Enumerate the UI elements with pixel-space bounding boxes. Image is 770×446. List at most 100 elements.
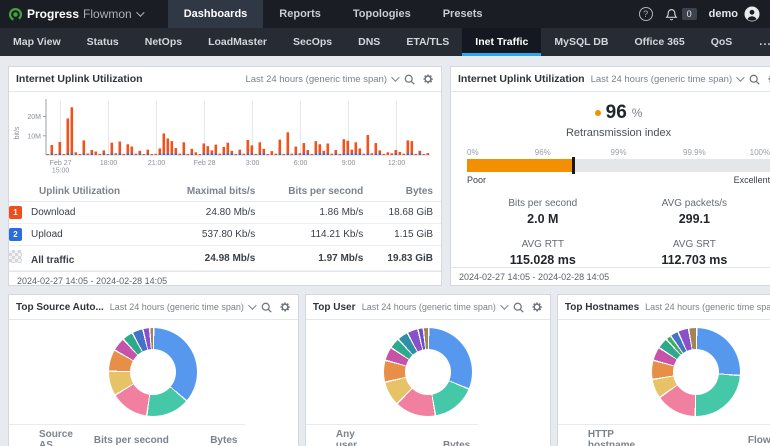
panel-title: Internet Uplink Utilization (458, 73, 585, 85)
gear-icon[interactable] (422, 73, 434, 85)
gauge-track (467, 159, 770, 172)
col-bytes[interactable]: Bytes (371, 182, 441, 202)
table-row-upload[interactable]: 2Upload 537.80 Kb/s 114.21 Kb/s 1.15 GiB (9, 224, 441, 246)
col-uplink-utilization[interactable]: Uplink Utilization (9, 182, 164, 202)
stat-label: AVG SRT (619, 239, 770, 250)
donut-chart[interactable] (306, 320, 550, 424)
tab-eta-tls[interactable]: ETA/TLS (393, 28, 462, 56)
row-label: Upload (31, 229, 63, 240)
svg-text:Feb 28: Feb 28 (194, 160, 216, 167)
top-hostnames-donut[interactable] (652, 328, 740, 416)
panel-timespan-label: Last 24 hours (generic time span) (591, 74, 733, 85)
nav-item-dashboards[interactable]: Dashboards (168, 0, 264, 28)
gauge-tick: 0% (467, 148, 479, 157)
col-flows[interactable]: Flows (643, 425, 770, 446)
nav-item-topologies[interactable]: Topologies (337, 0, 427, 28)
tab-status[interactable]: Status (74, 28, 132, 56)
top-user-donut[interactable] (384, 328, 472, 416)
panel-timespan-dropdown[interactable]: Last 24 hours (generic time span) (245, 74, 397, 85)
col-bytes[interactable]: Bytes (379, 425, 478, 446)
col-bits-per-second[interactable]: Bits per second (81, 425, 177, 446)
tab-loadmaster[interactable]: LoadMaster (195, 28, 280, 56)
top-bar: Progress Flowmon Dashboards Reports Topo… (0, 0, 770, 28)
stat-label: AVG packets/s (619, 198, 770, 209)
gauge-tick: 96% (535, 148, 551, 157)
svg-text:bit/s: bit/s (14, 126, 21, 139)
col-http-hostname[interactable]: HTTP hostname (558, 425, 643, 446)
stat-value: 2.0 M (467, 212, 619, 226)
chevron-down-icon (391, 73, 399, 81)
tab-qos[interactable]: QoS (698, 28, 746, 56)
gauge-fill (467, 159, 573, 172)
panel-timespan-dropdown[interactable]: Last 24 hours (generic time span) (591, 74, 743, 85)
svg-text:9:00: 9:00 (342, 160, 356, 167)
col-bits-per-second[interactable]: Bits per second (263, 182, 371, 202)
gear-icon[interactable] (531, 301, 543, 313)
tab-dns[interactable]: DNS (345, 28, 393, 56)
panel-header: Top Source Auto... Last 24 hours (generi… (9, 295, 298, 320)
gauge-scale: 0% 96% 99% 99.9% 100% Poor Excelle (467, 148, 770, 185)
gear-icon[interactable] (279, 301, 291, 313)
tab-office-365[interactable]: Office 365 (621, 28, 697, 56)
row-bytes: 19.83 GiB (371, 246, 441, 271)
svg-text:3:00: 3:00 (246, 160, 260, 167)
tab-secops[interactable]: SecOps (280, 28, 345, 56)
panel-title: Internet Uplink Utilization (16, 73, 143, 85)
brand-chevron-down-icon[interactable] (136, 8, 144, 16)
row-label: Download (31, 207, 75, 218)
panel-header: Top User Last 24 hours (generic time spa… (306, 295, 550, 320)
notifications[interactable]: 0 (665, 8, 697, 21)
main-nav: Dashboards Reports Topologies Presets (168, 0, 499, 28)
tab-netops[interactable]: NetOps (132, 28, 195, 56)
col-user-identity[interactable]: Any user identity (306, 425, 380, 446)
svg-text:21:00: 21:00 (148, 160, 166, 167)
top-source-donut[interactable] (109, 328, 197, 416)
col-source-as[interactable]: Source AS (9, 425, 81, 446)
nav-item-reports[interactable]: Reports (263, 0, 337, 28)
avatar-icon (744, 6, 760, 22)
donut-chart[interactable] (9, 320, 298, 424)
search-icon[interactable] (513, 302, 524, 313)
stat-bits-per-second: Bits per second 2.0 M (467, 198, 619, 226)
table-row-download[interactable]: 1Download 24.80 Mb/s 1.86 Mb/s 18.68 GiB (9, 202, 441, 224)
gauge-ticks: 0% 96% 99% 99.9% 100% (467, 148, 770, 159)
panel-timespan-dropdown[interactable]: Last 24 hours (generic time span) (110, 302, 254, 312)
search-icon[interactable] (749, 74, 760, 85)
help-icon[interactable]: ? (639, 7, 653, 21)
row-bps: 1.97 Mb/s (263, 246, 371, 271)
tab-map-view[interactable]: Map View (0, 28, 74, 56)
row-label: All traffic (31, 255, 74, 266)
brand[interactable]: Progress Flowmon (0, 0, 152, 28)
user-menu[interactable]: demo (709, 6, 760, 22)
notification-count-badge: 0 (682, 8, 697, 20)
nav-item-presets[interactable]: Presets (427, 0, 499, 28)
uplink-table: Uplink Utilization Maximal bits/s Bits p… (9, 182, 441, 271)
col-maximal-bits[interactable]: Maximal bits/s (164, 182, 263, 202)
svg-text:12:00: 12:00 (388, 160, 406, 167)
tab-inet-traffic[interactable]: Inet Traffic (462, 28, 541, 56)
chevron-down-icon (248, 301, 256, 309)
gauge-dot-icon (595, 110, 601, 116)
dashboard-tab-bar: Map View Status NetOps LoadMaster SecOps… (0, 28, 770, 56)
panel-timespan-dropdown[interactable]: Last 24 hours (generic time span) (362, 302, 506, 312)
panel-header: Top Hostnames Last 24 hours (generic tim… (558, 295, 770, 320)
search-icon[interactable] (261, 302, 272, 313)
col-bytes[interactable]: Bytes (177, 425, 246, 446)
row-max: 24.80 Mb/s (164, 202, 263, 224)
donut-chart[interactable] (558, 320, 770, 424)
panel-internet-uplink-chart: Internet Uplink Utilization Last 24 hour… (8, 66, 442, 286)
row-bytes: 1.15 GiB (371, 224, 441, 246)
uplink-traffic-chart: Feb 2715:0018:0021:00Feb 283:006:009:001… (12, 97, 438, 179)
tab-mysql-db[interactable]: MySQL DB (541, 28, 621, 56)
panel-timespan-dropdown[interactable]: Last 24 hours (generic time span) (645, 302, 770, 312)
panel-header: Internet Uplink Utilization Last 24 hour… (451, 67, 770, 92)
panel-top-source-as: Top Source Auto... Last 24 hours (generi… (8, 294, 299, 446)
gauge-body: 96 % Retransmission index 0% 96% 99% 99.… (451, 92, 770, 267)
table-row-all-traffic[interactable]: All traffic 24.98 Mb/s 1.97 Mb/s 19.83 G… (9, 246, 441, 271)
stat-avg-srt: AVG SRT 112.703 ms (619, 239, 770, 267)
more-tabs-icon[interactable]: ... (745, 28, 770, 56)
traffic-chart[interactable]: Feb 2715:0018:0021:00Feb 283:006:009:001… (9, 92, 441, 182)
search-icon[interactable] (404, 74, 415, 85)
top-source-table: Source AS Bits per second Bytes 1 MICROS… (9, 424, 298, 446)
flowmon-app: Progress Flowmon Dashboards Reports Topo… (0, 0, 770, 446)
